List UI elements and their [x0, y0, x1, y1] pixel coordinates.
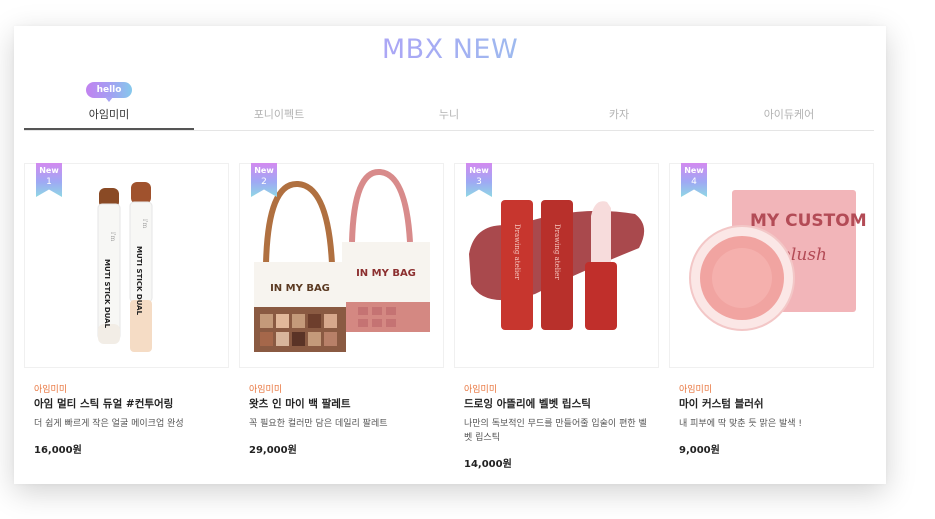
svg-text:i'm: i'm	[109, 232, 116, 242]
svg-text:IN MY BAG: IN MY BAG	[270, 283, 330, 294]
new-ribbon-badge: New 1	[36, 163, 62, 197]
section-title: MBX NEW	[14, 34, 886, 65]
product-card[interactable]: IN MY BAG IN MY BAG New 2 아임미미 왓츠 인 마이 백…	[239, 163, 444, 483]
svg-text:MUTI STICK DUAL: MUTI STICK DUAL	[103, 259, 111, 329]
svg-text:Drawing atelier: Drawing atelier	[513, 224, 521, 280]
svg-text:MY CUSTOM: MY CUSTOM	[750, 211, 867, 231]
product-price: 9,000원	[679, 445, 720, 456]
tab-idu-care[interactable]: 아이듀케어	[704, 104, 874, 130]
tab-kaja[interactable]: 카자	[534, 104, 704, 130]
product-description: 꼭 필요한 컬러만 담은 데일리 팔레트	[249, 419, 388, 429]
product-card[interactable]: i'm MUTI STICK DUAL i'm MUTI STICK DUAL …	[24, 163, 229, 483]
svg-text:IN MY BAG: IN MY BAG	[356, 268, 416, 279]
product-brand: 아임미미	[249, 385, 283, 395]
product-name[interactable]: 드로잉 아뜰리에 벨벳 립스틱	[464, 396, 659, 411]
new-ribbon-badge: New 2	[251, 163, 277, 197]
tab-imimimi[interactable]: 아임미미	[24, 104, 194, 130]
svg-text:Drawing atelier: Drawing atelier	[553, 224, 561, 280]
product-name[interactable]: 왓츠 인 마이 백 팔레트	[249, 396, 444, 411]
new-products-card: MBX NEW hello 아임미미 포니이펙트 누니 카자 아이듀케어 i'm…	[14, 26, 886, 484]
new-ribbon-badge: New 4	[681, 163, 707, 197]
svg-text:i'm: i'm	[141, 219, 148, 229]
product-brand: 아임미미	[679, 385, 713, 395]
product-price: 29,000원	[249, 445, 297, 456]
product-brand: 아임미미	[34, 385, 68, 395]
tab-nuni[interactable]: 누니	[364, 104, 534, 130]
product-description: 나만의 독보적인 무드를 만들어줄 입술이 편한 벨벳 립스틱	[464, 419, 647, 443]
product-price: 16,000원	[34, 445, 82, 456]
new-ribbon-badge: New 3	[466, 163, 492, 197]
hello-badge: hello	[86, 82, 132, 102]
tab-pony-effect[interactable]: 포니이펙트	[194, 104, 364, 130]
product-description: 내 피부에 딱 맞춘 듯 맑은 발색 !	[679, 419, 802, 429]
product-name[interactable]: 마이 커스텀 블러쉬	[679, 396, 874, 411]
product-card[interactable]: Drawing atelier Drawing atelier New 3 아임…	[454, 163, 659, 483]
product-price: 14,000원	[464, 459, 512, 470]
product-brand: 아임미미	[464, 385, 498, 395]
product-card[interactable]: MY CUSTOM blush New 4 아임미미 마이 커스텀 블러쉬 내 …	[669, 163, 874, 483]
product-description: 더 쉽게 빠르게 작은 얼굴 메이크업 완성	[34, 419, 184, 429]
product-list: i'm MUTI STICK DUAL i'm MUTI STICK DUAL …	[24, 163, 874, 483]
brand-tabs: 아임미미 포니이펙트 누니 카자 아이듀케어	[24, 104, 874, 131]
product-name[interactable]: 아임 멀티 스틱 듀얼 #컨투어링	[34, 396, 229, 411]
svg-text:MUTI STICK DUAL: MUTI STICK DUAL	[135, 246, 143, 316]
